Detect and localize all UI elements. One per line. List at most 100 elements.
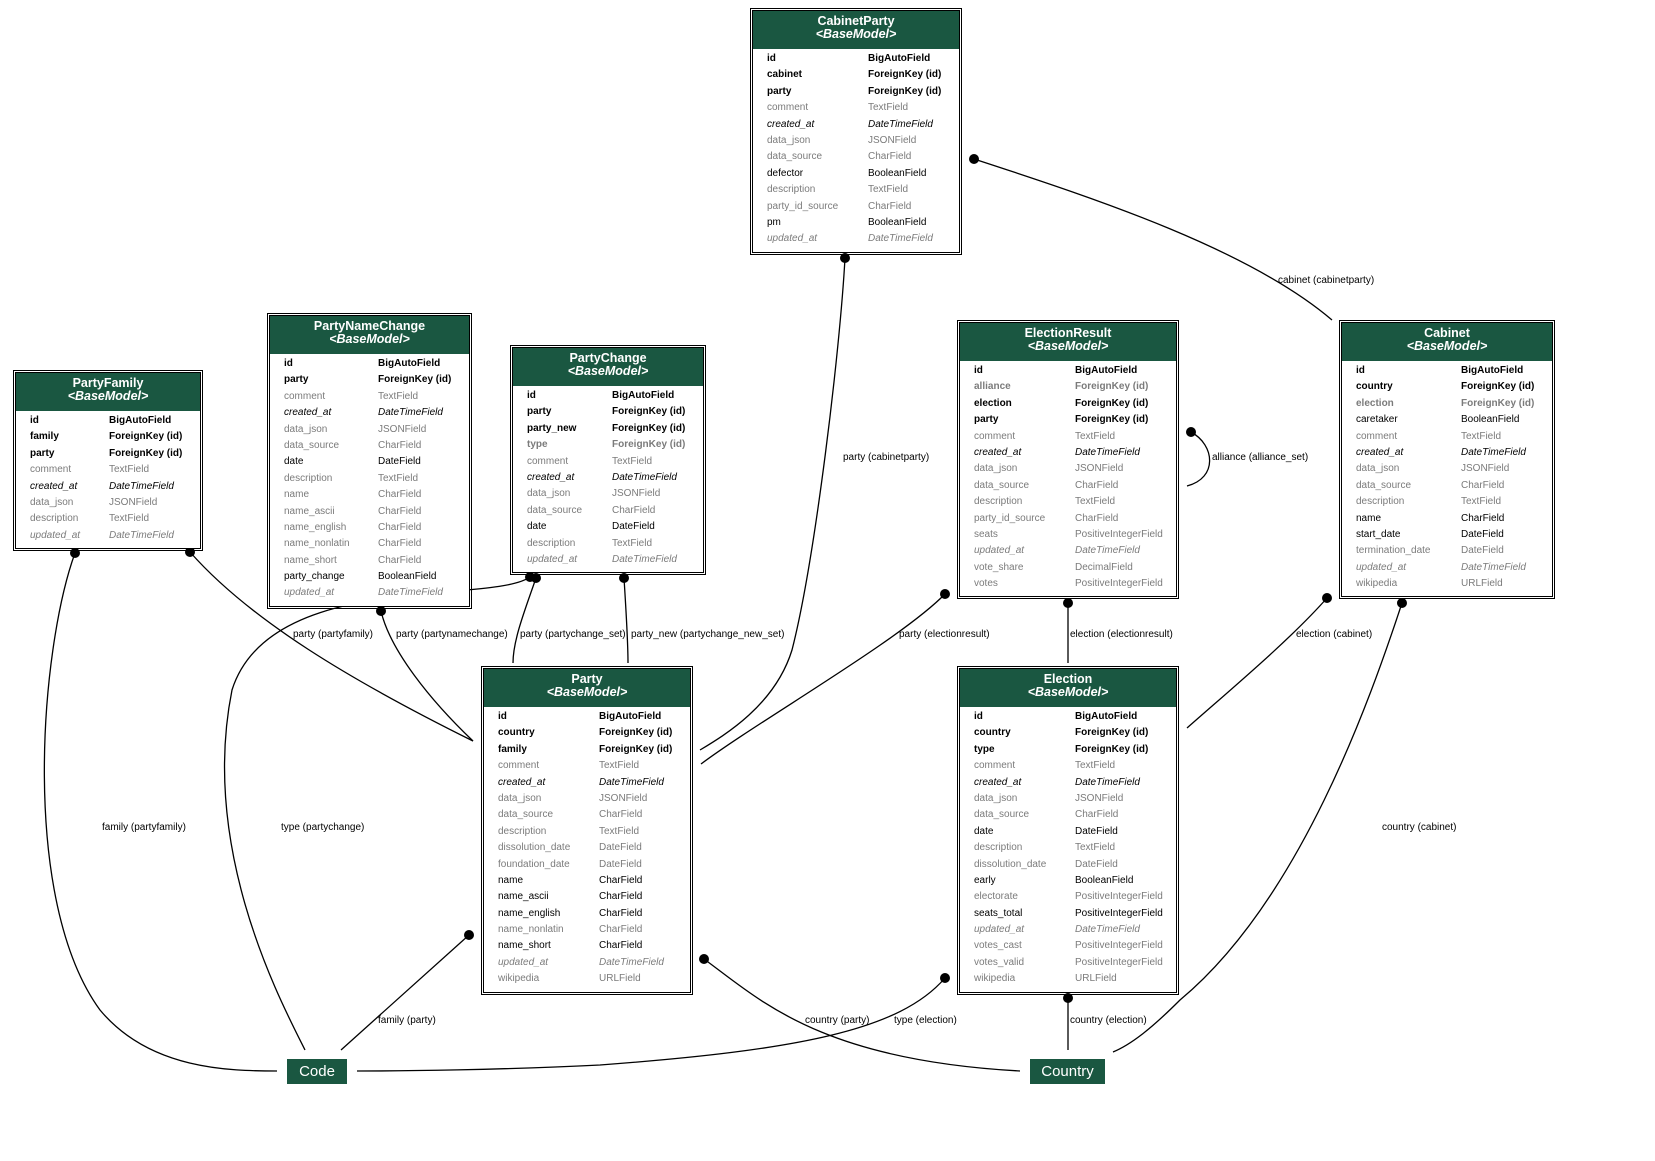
model-title: PartyFamily [72,376,144,390]
model-base-class: <BaseModel> [567,364,649,378]
field-row: name_nonlatin CharField [484,922,690,938]
field-name: pm [767,216,781,228]
field-row: updated_at DateTimeField [270,585,469,601]
field-name: updated_at [498,956,549,968]
field-type: BigAutoField [378,358,441,369]
model-header: PartyChange <BaseModel> [513,348,703,386]
field-row: data_source CharField [960,478,1176,494]
field-row: party ForeignKey (id) [960,412,1176,428]
field-type: ForeignKey (id) [378,374,452,386]
field-type: ForeignKey (id) [612,406,686,418]
field-row: date DateField [960,824,1176,840]
field-row: created_at DateTimeField [513,470,703,486]
model-title: Election [1043,672,1093,686]
edge-endpoint-dot [1186,427,1196,437]
field-type: JSONField [1075,792,1124,804]
field-row: name_short CharField [484,938,690,954]
field-type: JSONField [599,792,648,804]
field-name: family [498,743,527,755]
field-type: BooleanField [868,167,927,179]
field-name: party [974,414,999,426]
field-row: country ForeignKey (id) [1342,379,1552,395]
field-row: description TextField [1342,494,1552,510]
edge-endpoint-dot [940,973,950,983]
model-title: CabinetParty [817,14,895,28]
field-row: name_nonlatin CharField [270,536,469,552]
edge-label: party_new (partychange_new_set) [631,629,785,640]
field-row: party ForeignKey (id) [753,84,959,100]
relationship-edge [623,577,629,664]
field-row: data_json JSONField [484,791,690,807]
edge-endpoint-dot [619,573,629,583]
field-type: BigAutoField [1461,365,1524,376]
field-name: wikipedia [974,973,1016,985]
model-base-class: <BaseModel> [1027,339,1109,353]
field-row: dissolution_date DateField [484,840,690,856]
field-type: PositiveIntegerField [1075,891,1163,903]
relationship-edge [1186,431,1211,487]
model-title: Cabinet [1424,326,1470,340]
field-type: CharField [599,924,643,936]
model-header: Party <BaseModel> [484,669,690,707]
field-row: party_new ForeignKey (id) [513,421,703,437]
field-row: early BooleanField [960,873,1176,889]
field-row: cabinet ForeignKey (id) [753,67,959,83]
field-row: country ForeignKey (id) [960,725,1176,741]
edge-endpoint-dot [1063,993,1073,1003]
edge-endpoint-dot [70,548,80,558]
field-type: DateField [1075,825,1118,837]
field-name: date [974,825,994,837]
field-type: CharField [1461,479,1505,491]
field-type: TextField [612,537,653,549]
field-name: election [974,397,1012,409]
field-type: CharField [599,940,643,952]
relationship-edge [699,257,846,751]
field-name: name_ascii [498,891,549,903]
field-type: JSONField [612,488,661,500]
field-row: comment TextField [16,462,200,478]
field-type: CharField [1075,512,1119,524]
field-name: description [767,184,816,196]
field-type: PositiveIntegerField [1075,956,1163,968]
edge-endpoint-dot [969,154,979,164]
field-type: JSONField [109,496,158,508]
field-row: data_json JSONField [960,791,1176,807]
field-row: vote_share DecimalField [960,560,1176,576]
field-name: id [498,711,507,722]
node-country: Country [1030,1059,1105,1084]
model-base-class: <BaseModel> [815,27,897,41]
field-row: id BigAutoField [484,709,690,725]
field-type: ForeignKey (id) [1075,743,1149,755]
field-type: CharField [378,538,422,550]
field-row: created_at DateTimeField [484,775,690,791]
field-row: data_source CharField [753,149,959,165]
model-partychange: PartyChange <BaseModel> id BigAutoField part… [510,344,706,576]
field-type: CharField [1461,512,1505,524]
field-type: TextField [1461,496,1502,508]
field-name: defector [767,167,804,179]
model-party: Party <BaseModel> id BigAutoField country For… [481,666,693,995]
field-type: CharField [599,874,643,886]
relationship-edge [700,593,946,765]
field-row: updated_at DateTimeField [484,955,690,971]
field-name: name_english [498,907,561,919]
model-header: CabinetParty <BaseModel> [753,11,959,49]
model-cabinet: Cabinet <BaseModel> id BigAutoField country F… [1339,319,1555,600]
field-name: party [30,447,55,459]
field-name: date [527,521,547,533]
field-type: TextField [1075,842,1116,854]
field-type: DateField [1461,545,1504,557]
field-name: id [974,711,983,722]
field-name: wikipedia [1356,578,1398,590]
field-name: electorate [974,891,1018,903]
edge-label: country (election) [1070,1015,1147,1026]
field-row: id BigAutoField [513,388,703,404]
field-name: data_json [974,463,1018,475]
edge-label: party (cabinetparty) [843,452,930,463]
field-name: data_source [767,151,823,163]
field-type: PositiveIntegerField [1075,528,1163,540]
field-row: updated_at DateTimeField [513,552,703,568]
relationship-edge [512,577,537,664]
edge-endpoint-dot [940,589,950,599]
field-row: description TextField [960,840,1176,856]
